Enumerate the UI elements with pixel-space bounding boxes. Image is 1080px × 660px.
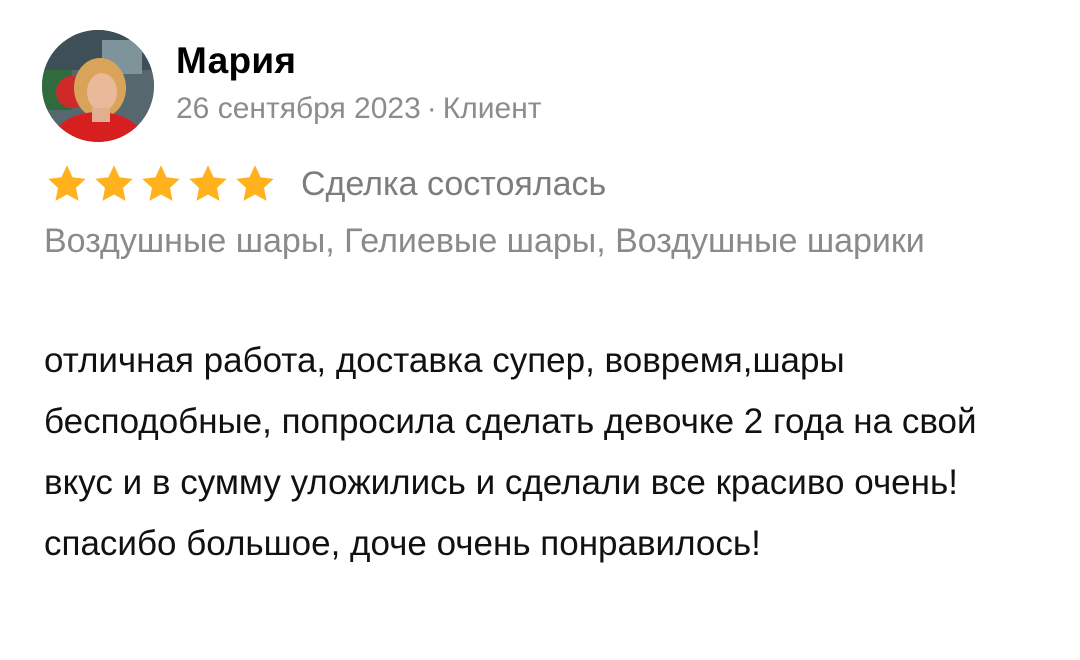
avatar-photo [42,30,154,142]
author-name[interactable]: Мария [176,40,296,82]
star-icon [91,162,137,206]
star-icon [138,162,184,206]
meta-separator: · [426,92,437,125]
author-role: Клиент [442,92,542,125]
star-icon [44,162,90,206]
review-categories: Воздушные шары, Гелиевые шары, Воздушные… [44,222,925,260]
rating-stars [44,162,279,206]
review-date: 26 сентября 2023 [176,92,421,125]
rating-row: Сделка состоялась [44,162,606,206]
review-text: отличная работа, доставка супер, вовремя… [44,341,977,563]
review-card: Мария 26 сентября 2023 · Клиент Сделка сос… [0,0,1080,660]
star-icon [232,162,278,206]
review-meta: 26 сентября 2023 · Клиент [176,92,542,126]
deal-status: Сделка состоялась [301,164,607,203]
avatar[interactable] [42,30,154,142]
star-icon [185,162,231,206]
